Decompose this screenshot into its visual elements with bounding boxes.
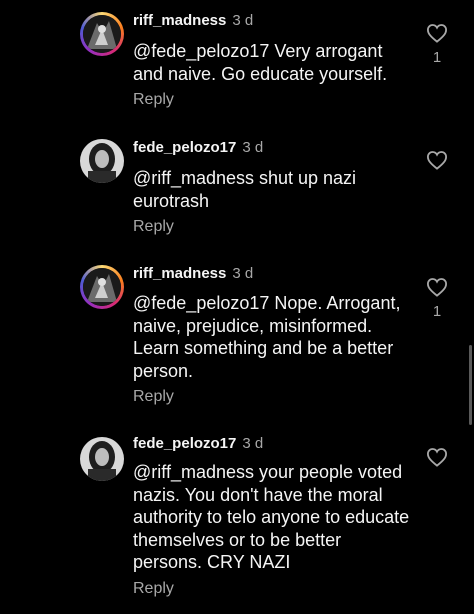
avatar[interactable] — [80, 437, 124, 481]
comment-meta: riff_madness 3 d — [133, 265, 253, 283]
comment-text: @fede_pelozo17 Very arrogant and naive. … — [133, 41, 388, 84]
heart-outline-icon[interactable] — [426, 150, 448, 170]
avatar[interactable] — [80, 139, 124, 183]
timestamp: 3 d — [242, 139, 264, 156]
heart-outline-icon[interactable] — [426, 447, 448, 467]
avatar-image — [80, 437, 124, 481]
timestamp: 3 d — [232, 12, 254, 29]
avatar-image — [83, 268, 121, 306]
username[interactable]: fede_pelozo17 — [133, 139, 236, 156]
timestamp: 3 d — [242, 435, 264, 452]
like-count: 1 — [432, 49, 442, 66]
reply-button[interactable]: Reply — [133, 580, 174, 598]
reply-button[interactable]: Reply — [133, 388, 174, 406]
comment-text: @fede_pelozo17 Nope. Arrogant, naive, pr… — [133, 293, 401, 381]
reply-button[interactable]: Reply — [133, 91, 174, 109]
comment-meta: fede_pelozo17 3 d — [133, 139, 263, 157]
reply-button[interactable]: Reply — [133, 218, 174, 236]
avatar-image — [83, 15, 121, 53]
username[interactable]: riff_madness — [133, 265, 226, 282]
scrollbar[interactable] — [469, 345, 472, 425]
username[interactable]: riff_madness — [133, 12, 226, 29]
comment-meta: riff_madness 3 d — [133, 12, 253, 30]
timestamp: 3 d — [232, 265, 254, 282]
comment-meta: fede_pelozo17 3 d — [133, 435, 263, 453]
comment-text: @riff_madness your people voted nazis. Y… — [133, 462, 410, 572]
heart-outline-icon[interactable] — [426, 277, 448, 297]
avatar[interactable] — [80, 265, 124, 309]
heart-outline-icon[interactable] — [426, 23, 448, 43]
username[interactable]: fede_pelozo17 — [133, 435, 236, 452]
comment-text: @riff_madness shut up nazi eurotrash — [133, 168, 357, 211]
avatar-image — [80, 139, 124, 183]
like-count: 1 — [432, 303, 442, 320]
avatar[interactable] — [80, 12, 124, 56]
